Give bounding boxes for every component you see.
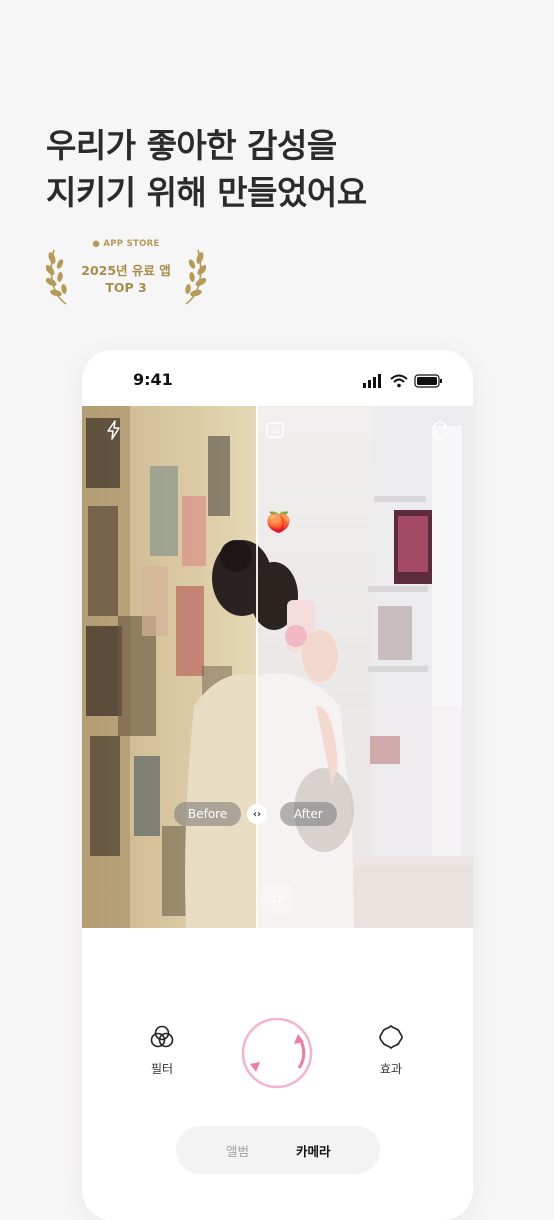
filter-button[interactable]: 필터 [137,1024,187,1077]
filter-icon [150,1025,174,1048]
zoom-button[interactable]: 1x [260,882,294,916]
headline: 우리가 좋아한 감성을 지키기 위해 만들었어요 [46,122,526,216]
status-bar: 9:41 [82,350,473,406]
camera-preview[interactable]: 3s 🍑 Before After ‹› 1x [82,406,473,928]
switch-camera-icon[interactable] [430,420,450,440]
mode-switcher: 앨범 카메라 [176,1126,380,1174]
peach-sticker[interactable]: 🍑 [266,510,291,534]
shutter-button[interactable] [240,1016,314,1090]
flash-icon[interactable] [104,420,124,440]
apple-icon: ● [92,239,101,249]
status-time: 9:41 [133,370,173,389]
headline-line-1: 우리가 좋아한 감성을 [46,126,337,165]
timer-icon[interactable]: 3s [265,420,285,440]
compare-handle-icon[interactable]: ‹› [247,804,267,824]
award-rank: TOP 3 [105,280,147,295]
headline-line-2: 지키기 위해 만들었어요 [46,173,367,212]
signal-icon [363,374,381,388]
effect-label: 효과 [379,1062,403,1076]
filter-label: 필터 [150,1062,174,1076]
phone-mockup: 9:41 3s 🍑 Before After ‹› 1x 필터 효과 앨범 카메… [82,350,473,1220]
before-after-photo [82,406,473,928]
award-badge: ● APP STORE 2025년 유료 앱 TOP 3 [46,236,206,308]
after-label: After [280,802,337,826]
wifi-icon [390,374,408,388]
svg-text:3s: 3s [271,427,279,435]
award-title: 2025년 유료 앱 [81,263,171,278]
mode-camera-tab[interactable]: 카메라 [296,1141,331,1160]
battery-icon [414,374,442,388]
status-icons [363,374,442,388]
camera-controls: 필터 효과 앨범 카메라 [82,928,473,1220]
effect-button[interactable]: 효과 [366,1024,416,1077]
compare-divider[interactable] [256,406,258,928]
app-store-label: ● APP STORE [92,239,160,249]
before-label: Before [174,802,242,826]
effect-icon [379,1024,403,1050]
mode-album-tab[interactable]: 앨범 [226,1141,249,1160]
